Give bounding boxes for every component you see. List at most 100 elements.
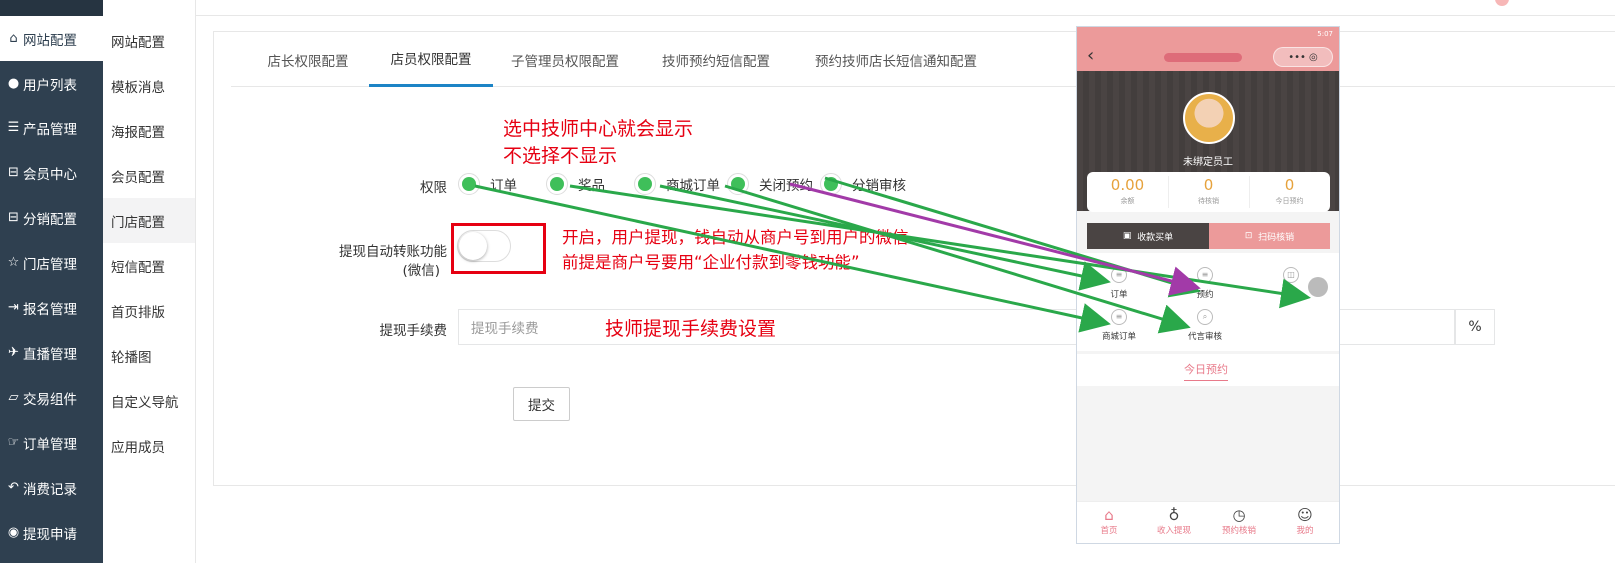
fee-unit: % [1455, 309, 1495, 345]
subnav-item-home-layout[interactable]: 首页排版 [103, 288, 195, 333]
moneybag-icon: ♁ [1168, 506, 1180, 524]
stat-pending: 0 待核销 [1198, 176, 1219, 205]
sidebar-item-label: 分销配置 [23, 211, 77, 228]
annotation-note1-line1: 选中技师中心就会显示 [503, 118, 694, 140]
staff-name: 未绑定员工 [1183, 157, 1233, 168]
tab-manager-permissions[interactable]: 店长权限配置 [248, 32, 368, 87]
sidebar-item-label: 门店管理 [23, 256, 77, 273]
sidebar-item-signup-management[interactable]: ⇥ 报名管理 [0, 285, 103, 330]
tab-technician-sms[interactable]: 技师预约短信配置 [641, 32, 791, 87]
auto-transfer-toggle[interactable] [457, 230, 511, 262]
cart-icon: ⊟ [8, 210, 19, 225]
tab-subadmin-permissions[interactable]: 子管理员权限配置 [493, 32, 637, 87]
annotation-note3: 技师提现手续费设置 [605, 318, 777, 340]
sidebar-item-label: 交易组件 [23, 391, 77, 408]
tab-staff-permissions[interactable]: 店员权限配置 [369, 32, 493, 87]
permission-option-orders[interactable]: 订单 [458, 173, 517, 195]
stats-card: 0.00 余额 0 待核销 0 今日预约 [1087, 172, 1330, 212]
plane-icon: ✈ [8, 345, 19, 360]
tabbar-item-home[interactable]: ⌂ 首页 [1077, 506, 1141, 536]
sidebar-item-label: 报名管理 [23, 301, 77, 318]
phone-status-bar: 5:07 [1077, 27, 1339, 43]
subnav-item-member-config[interactable]: 会员配置 [103, 153, 195, 198]
avatar [1183, 92, 1235, 144]
subnav-item-carousel[interactable]: 轮播图 [103, 333, 195, 378]
floating-button[interactable] [1308, 277, 1328, 297]
sidebar-item-member-center[interactable]: ⊟ 会员中心 [0, 150, 103, 195]
grid-item-mall-orders[interactable]: ≡ 商城订单 [1089, 309, 1149, 342]
fee-label: 提现手续费 [379, 323, 448, 339]
grid-item-bookings[interactable]: ≡ 预约 [1175, 267, 1235, 300]
home-icon: ⌂ [1104, 506, 1114, 524]
grid-item-orders[interactable]: ≡ 订单 [1089, 267, 1149, 300]
annotation-note2-line1: 开启，用户提现，钱自动从商户号到用户的微信 [562, 228, 909, 247]
back-icon[interactable]: ‹ [1087, 45, 1094, 66]
function-grid: ≡ 订单 ≡ 预约 ◫ 奖品 ≡ 商城订单 ⌕ 代言审核 [1077, 253, 1339, 351]
subnav-item-website-config[interactable]: 网站配置 [103, 18, 195, 63]
list-icon: ☰ [7, 120, 20, 135]
tab-bar: 店长权限配置 店员权限配置 子管理员权限配置 技师预约短信配置 预约技师店长短信… [231, 32, 1615, 87]
checkbox[interactable] [727, 173, 749, 195]
annotation-note1-line2: 不选择不显示 [503, 145, 618, 167]
permission-label: 权限 [420, 180, 447, 196]
checkbox[interactable] [820, 173, 842, 195]
sidebar-top [0, 0, 103, 16]
avatar[interactable] [1495, 0, 1509, 6]
permission-option-close-booking[interactable]: 关闭预约 [727, 173, 813, 195]
cart-icon: ⊟ [8, 165, 19, 180]
sidebar-item-label: 网站配置 [23, 32, 77, 49]
sidebar-item-website-config[interactable]: ⌂ 网站配置 [0, 16, 103, 61]
sidebar-item-live-management[interactable]: ✈ 直播管理 [0, 330, 103, 375]
wechat-icon: ◉ [7, 525, 20, 540]
blurred-title [1164, 53, 1242, 62]
sidebar-item-product-management[interactable]: ☰ 产品管理 [0, 105, 103, 150]
checkbox[interactable] [458, 173, 480, 195]
permission-option-distribution-review[interactable]: 分销审核 [820, 173, 906, 195]
subnav-item-store-config[interactable]: 门店配置 [103, 198, 195, 243]
today-bookings-tab[interactable]: 今日预约 [1077, 354, 1339, 386]
home-icon: ⌂ [9, 31, 18, 46]
capsule-menu[interactable]: ••• ◎ [1273, 47, 1333, 67]
permission-option-label: 关闭预约 [759, 178, 813, 194]
permission-option-label: 分销审核 [852, 178, 906, 194]
receipt-button[interactable]: ▣ 收款买单 [1087, 223, 1209, 249]
primary-sidebar: ⌂ 网站配置 ● 用户列表 ☰ 产品管理 ⊟ 会员中心 ⊟ 分销配置 ☆ 门店管理 ⇥ 报名管… [0, 0, 103, 563]
sidebar-item-user-list[interactable]: ● 用户列表 [0, 61, 103, 106]
tabbar-item-income[interactable]: ♁ 收入提现 [1142, 506, 1206, 536]
sidebar-item-order-management[interactable]: ☞ 订单管理 [0, 420, 103, 465]
phone-header: ‹ ••• ◎ [1077, 43, 1339, 71]
tabbar-item-mine[interactable]: ☺ 我的 [1273, 506, 1337, 536]
sidebar-item-label: 消费记录 [23, 481, 77, 498]
secondary-sidebar: 网站配置 模板消息 海报配置 会员配置 门店配置 短信配置 首页排版 轮播图 自… [103, 0, 196, 563]
permission-option-mall-orders[interactable]: 商城订单 [634, 173, 720, 195]
tabbar-item-verify[interactable]: ◷ 预约核销 [1207, 506, 1271, 536]
sidebar-item-trade-component[interactable]: ▱ 交易组件 [0, 375, 103, 420]
auto-transfer-label: 提现自动转账功能 [339, 244, 447, 260]
star-icon: ☆ [7, 255, 20, 270]
sidebar-item-distribution-config[interactable]: ⊟ 分销配置 [0, 195, 103, 240]
permission-option-label: 奖品 [578, 178, 605, 194]
tab-manager-sms-notice[interactable]: 预约技师店长短信通知配置 [796, 32, 996, 87]
subnav-item-template-message[interactable]: 模板消息 [103, 63, 195, 108]
submit-button[interactable]: 提交 [513, 387, 570, 421]
grid-item-endorsement-review[interactable]: ⌕ 代言审核 [1175, 309, 1235, 342]
checkbox[interactable] [546, 173, 568, 195]
hand-icon: ☞ [7, 435, 20, 450]
sidebar-item-store-management[interactable]: ☆ 门店管理 [0, 240, 103, 285]
reply-icon: ↶ [8, 480, 19, 495]
scan-verify-button[interactable]: ⊡ 扫码核销 [1209, 223, 1330, 249]
checkbox[interactable] [634, 173, 656, 195]
permission-option-label: 订单 [490, 178, 517, 194]
sidebar-item-consumption-records[interactable]: ↶ 消费记录 [0, 465, 103, 510]
subnav-item-poster-config[interactable]: 海报配置 [103, 108, 195, 153]
eraser-icon: ▱ [8, 390, 19, 405]
subnav-item-sms-config[interactable]: 短信配置 [103, 243, 195, 288]
subnav-item-app-members[interactable]: 应用成员 [103, 423, 195, 468]
permission-option-prizes[interactable]: 奖品 [546, 173, 605, 195]
sidebar-item-withdraw-requests[interactable]: ◉ 提现申请 [0, 510, 103, 555]
sidebar-item-label: 会员中心 [23, 166, 77, 183]
subnav-item-custom-nav[interactable]: 自定义导航 [103, 378, 195, 423]
permission-option-label: 商城订单 [666, 178, 720, 194]
sidebar-item-label: 直播管理 [23, 346, 77, 363]
signin-icon: ⇥ [8, 300, 19, 315]
